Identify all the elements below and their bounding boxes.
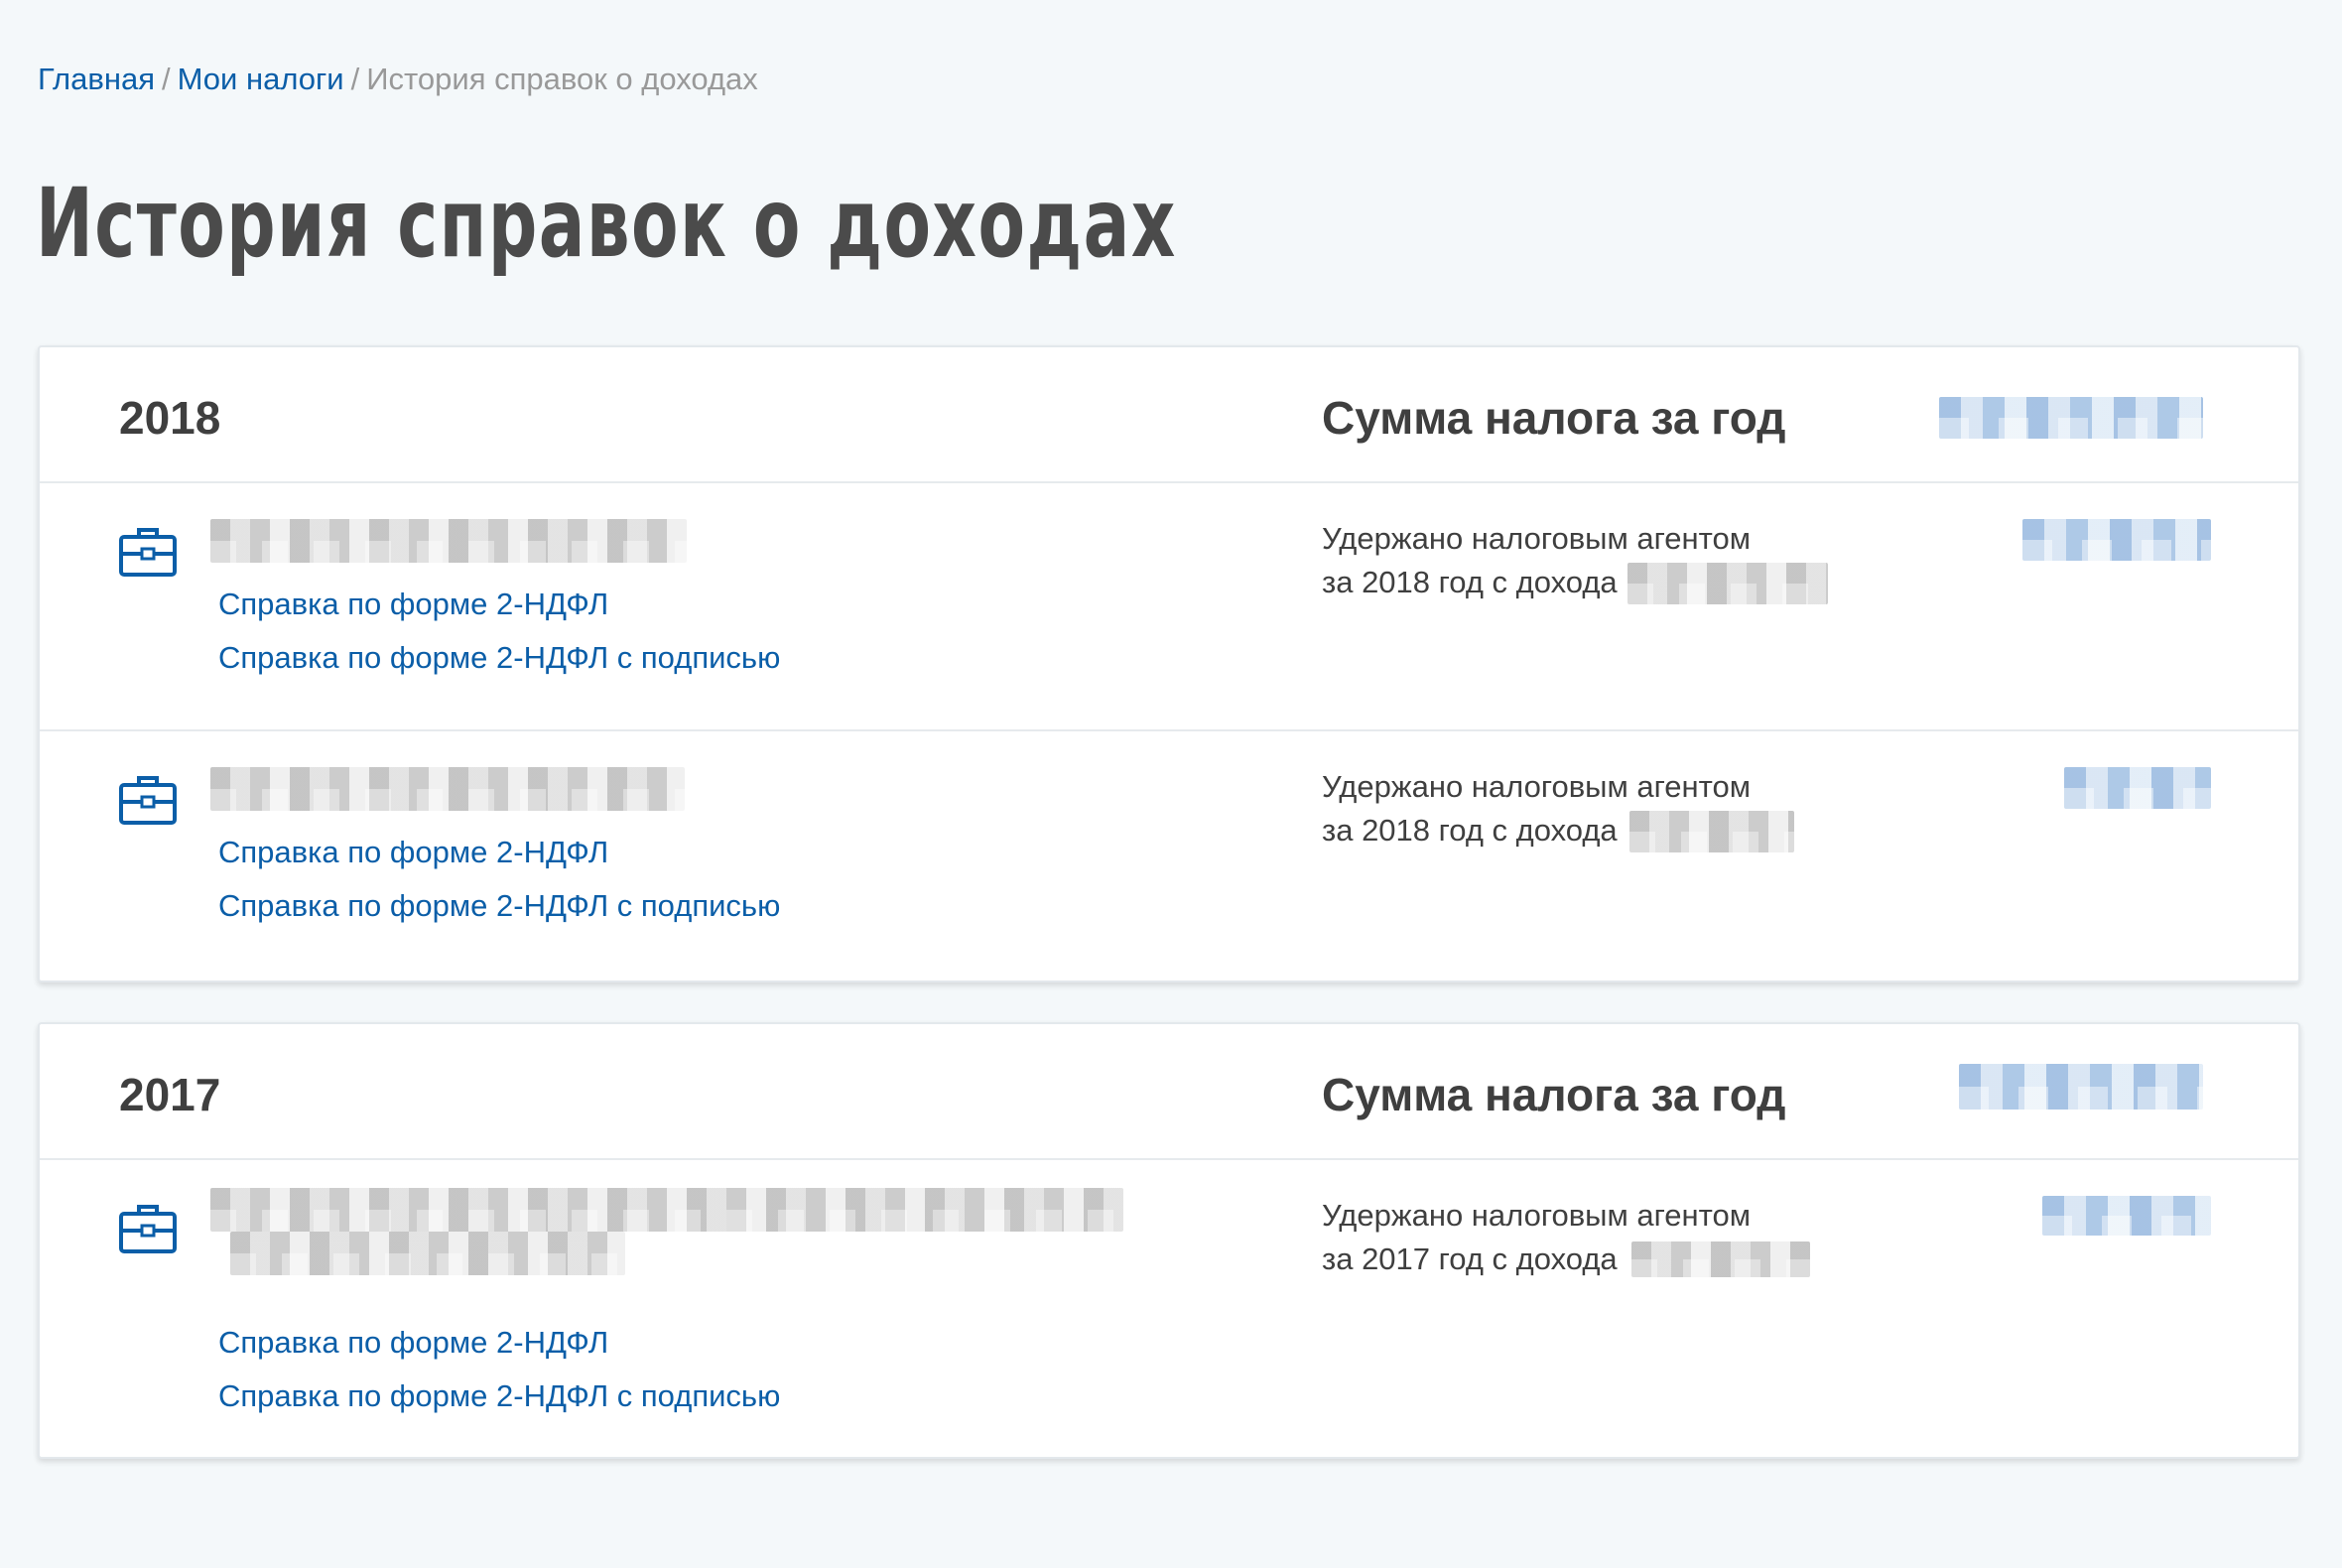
withheld-amount-redacted — [2064, 767, 2211, 809]
breadcrumb-separator: / — [162, 62, 171, 96]
withheld-line1: Удержано налоговым агентом — [1322, 769, 1752, 804]
employer-name-redacted — [210, 1188, 1123, 1232]
certificate-2ndfl-signed-link[interactable]: Справка по форме 2-НДФЛ с подписью — [218, 638, 780, 678]
income-amount-redacted — [1629, 811, 1794, 852]
employer-name-redacted — [230, 1232, 625, 1275]
certificate-2ndfl-link[interactable]: Справка по форме 2-НДФЛ — [218, 1323, 608, 1363]
briefcase-icon — [119, 528, 177, 577]
year-tax-sum-label: Сумма налога за год — [1322, 1069, 1786, 1120]
briefcase-icon — [119, 1205, 177, 1253]
year-label: 2017 — [119, 1069, 221, 1120]
certificate-2ndfl-signed-link[interactable]: Справка по форме 2-НДФЛ с подписью — [218, 1376, 780, 1416]
withheld-amount-redacted — [2022, 519, 2211, 561]
year-tax-sum-value-redacted — [1939, 397, 2203, 439]
year-label: 2018 — [119, 392, 221, 444]
year-tax-sum-value-redacted — [1959, 1064, 2203, 1110]
certificate-row: Справка по форме 2-НДФЛ Справка по форме… — [40, 1160, 2298, 1458]
income-amount-redacted — [1627, 563, 1828, 604]
certificate-row: Справка по форме 2-НДФЛ Справка по форме… — [40, 731, 2298, 980]
page-title: История справок о доходах — [36, 168, 1177, 279]
withheld-line1: Удержано налоговым агентом — [1322, 1198, 1752, 1233]
certificate-2ndfl-link[interactable]: Справка по форме 2-НДФЛ — [218, 585, 608, 624]
income-amount-redacted — [1631, 1241, 1810, 1277]
breadcrumb: Главная / Мои налоги / История справок о дох… — [38, 60, 758, 99]
employer-name-redacted — [210, 767, 685, 811]
breadcrumb-separator: / — [350, 62, 360, 96]
year-card-2017: 2017 Сумма налога за год Справка по форм… — [38, 1022, 2300, 1459]
breadcrumb-current: История справок о доходах — [366, 62, 758, 96]
certificate-row: Справка по форме 2-НДФЛ Справка по форме… — [40, 483, 2298, 731]
year-card-2018: 2018 Сумма налога за год Справка по форм… — [38, 345, 2300, 982]
page: Главная / Мои налоги / История справок о дох… — [0, 0, 2342, 1568]
breadcrumb-my-taxes-link[interactable]: Мои налоги — [178, 62, 344, 96]
withheld-line1: Удержано налоговым агентом — [1322, 521, 1752, 556]
certificate-2ndfl-signed-link[interactable]: Справка по форме 2-НДФЛ с подписью — [218, 886, 780, 926]
certificate-2ndfl-link[interactable]: Справка по форме 2-НДФЛ — [218, 833, 608, 872]
briefcase-icon — [119, 776, 177, 825]
year-tax-sum-label: Сумма налога за год — [1322, 392, 1786, 444]
year-card-header: 2018 Сумма налога за год — [40, 347, 2298, 483]
breadcrumb-home-link[interactable]: Главная — [38, 62, 155, 96]
year-card-header: 2017 Сумма налога за год — [40, 1024, 2298, 1160]
withheld-amount-redacted — [2042, 1196, 2211, 1236]
employer-name-redacted — [210, 519, 687, 563]
